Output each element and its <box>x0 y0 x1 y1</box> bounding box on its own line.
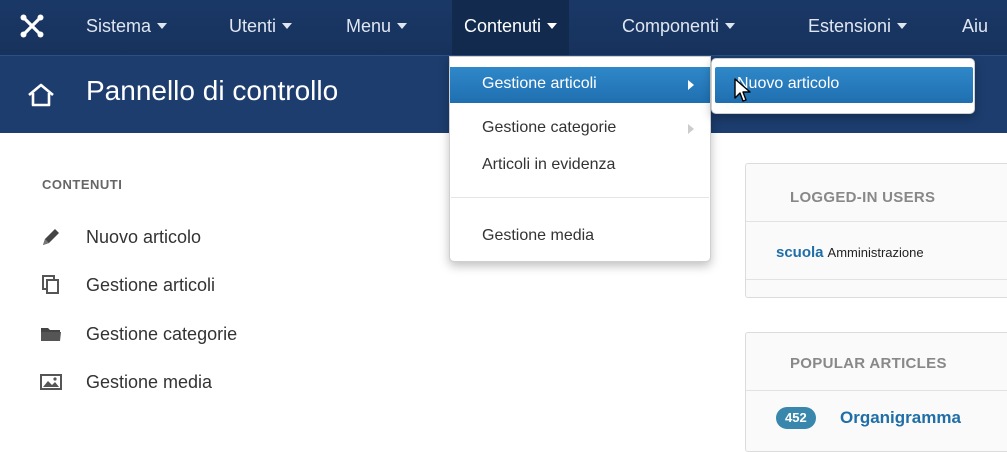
sidebar-heading: CONTENUTI <box>42 177 123 192</box>
nav-contenuti-label: Contenuti <box>464 16 542 36</box>
caret-right-icon <box>688 80 694 90</box>
menu-item-label: Gestione articoli <box>482 75 597 92</box>
home-icon[interactable] <box>26 82 56 108</box>
top-navbar: Sistema Utenti Menu Contenuti Componenti… <box>0 0 1007 55</box>
user-role: Amministrazione <box>827 245 924 260</box>
panel-heading: LOGGED-IN USERS <box>790 189 936 206</box>
page-title: Pannello di controllo <box>86 75 339 106</box>
nav-utenti[interactable]: Utenti <box>229 0 293 55</box>
sidebar-item-label: Gestione media <box>86 372 213 392</box>
menu-item-label: Articoli in evidenza <box>482 156 616 173</box>
menu-item-articoli-in-evidenza[interactable]: Articoli in evidenza <box>450 148 710 184</box>
copy-icon <box>42 275 59 294</box>
caret-down-icon <box>725 23 736 29</box>
nav-componenti-label: Componenti <box>622 16 720 36</box>
panel-heading: POPULAR ARTICLES <box>790 355 947 372</box>
panel-divider <box>746 279 1007 280</box>
nav-menu-label: Menu <box>346 16 392 36</box>
menu-item-gestione-categorie[interactable]: Gestione categorie <box>450 111 710 147</box>
caret-down-icon <box>282 23 293 29</box>
caret-down-icon <box>547 23 558 29</box>
nav-menu[interactable]: Menu <box>346 0 408 55</box>
nav-componenti[interactable]: Componenti <box>622 0 736 55</box>
pencil-icon <box>43 229 59 245</box>
logged-in-users-panel: LOGGED-IN USERS scuola Amministrazione <box>745 163 1007 298</box>
caret-down-icon <box>157 23 168 29</box>
nav-utenti-label: Utenti <box>229 16 277 36</box>
nav-estensioni-label: Estensioni <box>808 16 892 36</box>
sidebar-item-gestione-articoli[interactable]: Gestione articoli <box>40 271 340 301</box>
menu-item-label: Nuovo articolo <box>737 75 840 92</box>
caret-right-icon <box>688 124 694 134</box>
hits-badge: 452 <box>776 407 816 429</box>
menu-item-label: Gestione media <box>482 227 595 244</box>
panel-divider <box>746 390 1007 391</box>
folder-icon <box>41 328 61 341</box>
caret-down-icon <box>397 23 408 29</box>
sidebar-item-label: Gestione articoli <box>86 275 216 295</box>
user-name[interactable]: scuola <box>776 244 824 261</box>
menu-divider <box>451 197 709 198</box>
menu-item-nuovo-articolo[interactable]: Nuovo articolo <box>715 67 973 103</box>
nav-sistema[interactable]: Sistema <box>86 0 168 55</box>
sidebar-item-gestione-categorie[interactable]: Gestione categorie <box>40 320 340 350</box>
nav-sistema-label: Sistema <box>86 16 152 36</box>
nav-aiuto[interactable]: Aiu <box>962 0 988 55</box>
sidebar-item-label: Gestione categorie <box>86 324 238 344</box>
caret-down-icon <box>897 23 908 29</box>
sidebar-item-nuovo-articolo[interactable]: Nuovo articolo <box>40 223 340 253</box>
sidebar-item-gestione-media[interactable]: Gestione media <box>40 368 340 398</box>
mouse-cursor-icon <box>734 78 751 102</box>
sidebar-item-label: Nuovo articolo <box>86 227 202 247</box>
joomla-logo-icon[interactable] <box>19 13 45 39</box>
contenuti-dropdown: Gestione articoli Gestione categorie Art… <box>449 56 711 262</box>
image-icon <box>40 374 62 390</box>
menu-item-gestione-articoli[interactable]: Gestione articoli <box>450 67 710 103</box>
article-link[interactable]: Organigramma <box>840 408 961 428</box>
menu-item-label: Gestione categorie <box>482 119 617 136</box>
popular-articles-panel: POPULAR ARTICLES 452 Organigramma <box>745 332 1007 452</box>
panel-divider <box>746 221 1007 222</box>
nav-contenuti[interactable]: Contenuti <box>452 0 570 55</box>
user-row[interactable]: scuola Amministrazione <box>776 244 924 261</box>
menu-item-gestione-media[interactable]: Gestione media <box>450 219 710 255</box>
nav-estensioni[interactable]: Estensioni <box>808 0 908 55</box>
nav-aiuto-label: Aiu <box>962 16 989 36</box>
